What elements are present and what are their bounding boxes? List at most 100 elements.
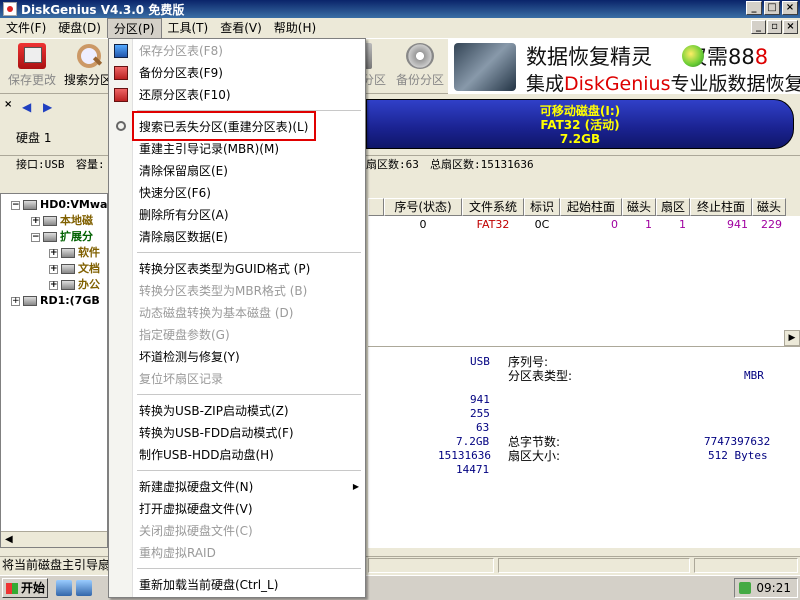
menu-tools[interactable]: 工具(T) [162, 18, 215, 38]
mdi-close-button[interactable]: × [783, 20, 798, 34]
app-icon [3, 2, 17, 16]
search-partition-button[interactable]: 搜索分区 [62, 43, 114, 91]
close-button[interactable]: × [782, 1, 798, 15]
tree-item[interactable]: − HD0:VMwa [11, 197, 107, 213]
menu-item-rebuild-virtual-raid[interactable]: 重构虚拟RAID [109, 543, 365, 563]
menu-item-quick-partition[interactable]: 快速分区(F6) [109, 183, 365, 203]
expand-icon[interactable]: + [11, 296, 20, 306]
maximize-button[interactable]: □ [764, 1, 780, 15]
menu-item-close-virtual-disk[interactable]: 关闭虚拟硬盘文件(C) [109, 521, 365, 541]
menu-partition[interactable]: 分区(P) [106, 18, 162, 38]
quick-launch-icon[interactable] [76, 580, 92, 596]
minimize-button[interactable]: _ [746, 1, 762, 15]
menu-item-backup-partition-table[interactable]: 备份分区表(F9) [109, 63, 365, 83]
backup-table-icon [114, 66, 128, 80]
menu-separator [137, 394, 361, 395]
search-partition-label: 搜索分区 [63, 73, 112, 87]
menu-item-restore-partition-table[interactable]: 还原分区表(F10) [109, 85, 365, 105]
menu-item-new-virtual-disk[interactable]: 新建虚拟硬盘文件(N) ▶ [109, 477, 365, 497]
table-row[interactable]: 0 FAT32 0C 0 1 1 941 229 [368, 217, 800, 233]
menu-item-bad-sector-check[interactable]: 坏道检测与修复(Y) [109, 347, 365, 367]
backup-partition-button[interactable]: 备份分区 [394, 43, 446, 91]
tree-item[interactable]: + RD1:(7GB [11, 293, 100, 309]
partition-bar-fs: FAT32 (活动) [540, 118, 620, 132]
menu-item-save-partition-table[interactable]: 保存分区表(F8) [109, 41, 365, 61]
expand-icon[interactable]: + [49, 264, 58, 274]
capacity-value: 7.2GB [456, 435, 490, 448]
menu-item-reload-disk[interactable]: 重新加载当前硬盘(Ctrl_L) [109, 575, 365, 595]
tree-item[interactable]: + 本地磁 [31, 213, 93, 229]
table-type-label: 分区表类型: [508, 369, 573, 383]
clock: 09:21 [756, 581, 791, 595]
menu-item-clear-reserved-sectors[interactable]: 清除保留扇区(E) [109, 161, 365, 181]
partition-icon [43, 232, 57, 242]
menu-help[interactable]: 帮助(H) [268, 18, 322, 38]
header-index[interactable]: 序号(状态) [384, 198, 462, 216]
total-sectors-value: 15131636 [438, 449, 491, 462]
disk-label: 硬盘 1 [16, 131, 52, 145]
expand-icon[interactable]: + [49, 280, 58, 290]
header-start-cylinder[interactable]: 起始柱面 [560, 198, 622, 216]
menu-view[interactable]: 查看(V) [214, 18, 268, 38]
header-id[interactable]: 标识 [524, 198, 560, 216]
save-changes-label: 保存更改 [7, 73, 56, 87]
tray-icon[interactable] [739, 582, 751, 594]
menu-disk[interactable]: 硬盘(D) [52, 18, 107, 38]
menu-item-delete-all-partitions[interactable]: 删除所有分区(A) [109, 205, 365, 225]
menu-item-clear-sector-data[interactable]: 清除扇区数据(E) [109, 227, 365, 247]
disk-tree: − HD0:VMwa + 本地磁 − 扩展分 + 软件 + 文档 + 办公 + … [0, 193, 108, 548]
extra-value: 14471 [456, 463, 490, 476]
tree-item[interactable]: + 软件 [49, 245, 100, 261]
menu-item-usb-hdd[interactable]: 制作USB-HDD启动盘(H) [109, 445, 365, 465]
save-changes-button[interactable]: 保存更改 [6, 43, 58, 91]
menu-item-dynamic-to-basic[interactable]: 动态磁盘转换为基本磁盘 (D) [109, 303, 365, 323]
window-controls: _ □ × [746, 1, 798, 15]
search-icon [74, 43, 102, 69]
expand-icon[interactable]: + [31, 216, 40, 226]
title-bar: DiskGenius V4.3.0 免费版 _ □ × [0, 0, 800, 18]
interface-value: USB [470, 355, 490, 368]
menu-file[interactable]: 文件(F) [0, 18, 52, 38]
tree-horizontal-scrollbar[interactable]: ◀ [1, 531, 107, 547]
system-tray: 09:21 [734, 578, 798, 598]
menu-separator [137, 470, 361, 471]
start-button[interactable]: 开始 [2, 578, 48, 598]
tree-item[interactable]: + 文档 [49, 261, 100, 277]
ad-banner[interactable]: 数据恢复精灵仅需888 集成DiskGenius专业版数据恢复内 [448, 39, 800, 94]
disk-sectors-per-track: 扇区数:63 [366, 158, 419, 171]
menu-item-usb-fdd[interactable]: 转换为USB-FDD启动模式(F) [109, 423, 365, 443]
disk-details-panel: USB 序列号: 分区表类型: MBR 941 255 63 7.2GB 总字节… [368, 346, 800, 548]
partition-bar[interactable]: 可移动磁盘(I:) FAT32 (活动) 7.2GB [366, 99, 794, 149]
disk-nav-arrows[interactable]: ◀ ▶ [22, 100, 56, 114]
collapse-icon[interactable]: − [31, 232, 40, 242]
header-head[interactable]: 磁头 [622, 198, 656, 216]
close-panel-icon[interactable]: × [4, 99, 12, 110]
mdi-controls: _ ▫ × [751, 20, 798, 34]
hard-disk-icon [23, 200, 37, 210]
menu-item-usb-zip[interactable]: 转换为USB-ZIP启动模式(Z) [109, 401, 365, 421]
header-sector[interactable]: 扇区 [656, 198, 690, 216]
menu-item-convert-to-guid[interactable]: 转换分区表类型为GUID格式 (P) [109, 259, 365, 279]
expand-icon[interactable]: + [49, 248, 58, 258]
collapse-icon[interactable]: − [11, 200, 20, 210]
mdi-minimize-button[interactable]: _ [751, 20, 766, 34]
tree-item[interactable]: + 办公 [49, 277, 100, 293]
header-end-head[interactable]: 磁头 [752, 198, 786, 216]
partition-table: 序号(状态) 文件系统 标识 起始柱面 磁头 扇区 终止柱面 磁头 0 FAT3… [368, 198, 800, 346]
tree-item[interactable]: − 扩展分 [31, 229, 93, 245]
table-icon [114, 44, 128, 58]
scroll-left-icon[interactable]: ◀ [5, 534, 13, 545]
sectors-value: 63 [476, 421, 490, 434]
quick-launch-icon[interactable] [56, 580, 72, 596]
menu-item-specify-disk-params[interactable]: 指定硬盘参数(G) [109, 325, 365, 345]
table-scroll-right-icon[interactable]: ▶ [784, 330, 800, 346]
menu-item-reset-bad-sectors[interactable]: 复位坏扇区记录 [109, 369, 365, 389]
menu-item-convert-to-mbr[interactable]: 转换分区表类型为MBR格式 (B) [109, 281, 365, 301]
header-end-cylinder[interactable]: 终止柱面 [690, 198, 752, 216]
menu-item-open-virtual-disk[interactable]: 打开虚拟硬盘文件(V) [109, 499, 365, 519]
total-bytes-value: 7747397632 [704, 435, 771, 448]
mdi-restore-button[interactable]: ▫ [767, 20, 782, 34]
header-spacer [368, 198, 384, 216]
menu-item-rebuild-mbr[interactable]: 重建主引导记录(MBR)(M) [109, 139, 365, 159]
header-filesystem[interactable]: 文件系统 [462, 198, 524, 216]
